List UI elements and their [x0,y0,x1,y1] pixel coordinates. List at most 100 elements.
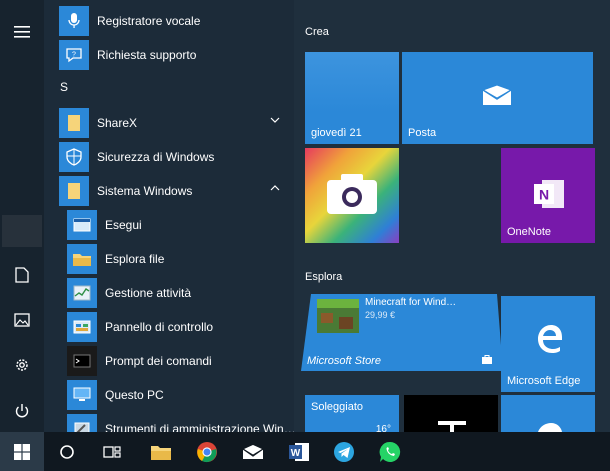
mail-taskbar-button[interactable] [231,432,275,471]
app-label: Strumenti di amministrazione Win… [105,422,294,432]
whatsapp-icon [379,441,401,462]
cortana-icon [60,444,74,459]
cmd-icon [67,346,97,376]
dark-tile-logo-icon [438,421,466,432]
gear-icon [16,359,28,371]
windows-logo-icon [14,443,30,460]
shield-icon [59,142,89,172]
pictures-button[interactable] [0,303,44,337]
taskbar: W [0,432,610,471]
app-label: Esplora file [105,252,165,266]
microphone-icon [59,6,89,36]
start-button[interactable] [0,432,44,471]
settings-button[interactable] [0,348,44,382]
svg-text:W: W [291,448,301,459]
mail-icon [482,84,512,105]
app-label: Sicurezza di Windows [97,150,215,164]
app-strumenti-amministrazione[interactable]: Strumenti di amministrazione Win… [44,412,294,432]
task-view-button[interactable] [90,432,134,471]
support-icon: ? [59,40,89,70]
calendar-tile-label: giovedì 21 [311,127,362,139]
app-esegui[interactable]: Esegui [44,208,294,242]
app-label: Questo PC [105,388,164,402]
edge-icon [538,325,562,353]
task-view-icon [103,445,121,458]
edge-icon [538,423,562,432]
app-label: Sistema Windows [97,184,193,198]
app-registratore-vocale[interactable]: Registratore vocale [44,4,294,38]
chrome-icon [197,441,217,462]
mail-tile[interactable]: Posta [402,52,593,144]
app-sharex[interactable]: ShareX [44,106,294,140]
folder-icon [59,108,89,138]
documents-button[interactable] [0,258,44,292]
chevron-up-icon[interactable] [270,185,280,191]
tiles-area: Crea giovedì 21 Posta N OneNote Esplora [294,0,610,432]
app-pannello-controllo[interactable]: Pannello di controllo [44,310,294,344]
camera-tile[interactable] [305,148,399,243]
svg-text:N: N [539,187,549,203]
task-manager-icon [67,278,97,308]
power-button[interactable] [0,394,44,428]
app-gestione-attivita[interactable]: Gestione attività [44,276,294,310]
minecraft-thumbnail [317,299,359,333]
onenote-tile-label: OneNote [507,226,552,238]
mail-icon [242,443,264,459]
folder-icon [59,176,89,206]
app-list: Registratore vocale ? Richiesta supporto… [44,0,294,432]
dark-tile[interactable] [404,395,498,432]
app-label: Pannello di controllo [105,320,214,334]
weather-condition: Soleggiato [311,401,363,413]
app-label: ShareX [97,116,138,130]
store-game-title: Minecraft for Wind… [365,297,457,308]
store-game-price: 29,99 € [365,310,396,320]
letter-header-s[interactable]: S [60,80,68,94]
edge-tile-2[interactable] [501,395,595,432]
app-richiesta-supporto[interactable]: ? Richiesta supporto [44,38,294,72]
chevron-down-icon[interactable] [270,117,280,123]
app-esplora-file[interactable]: Esplora file [44,242,294,276]
onenote-icon: N [534,180,564,208]
svg-text:?: ? [72,52,76,59]
telegram-taskbar-button[interactable] [322,432,366,471]
app-prompt-comandi[interactable]: Prompt dei comandi [44,344,294,378]
telegram-icon [334,441,354,462]
group-title-crea: Crea [305,26,329,38]
hamburger-menu-button[interactable] [0,15,44,49]
user-avatar[interactable] [2,215,42,247]
store-tile-label: Microsoft Store [307,355,381,367]
pc-icon [67,380,97,410]
run-icon [67,210,97,240]
app-sicurezza-windows[interactable]: Sicurezza di Windows [44,140,294,174]
picture-icon [14,313,30,327]
cortana-search-button[interactable] [45,432,89,471]
edge-tile[interactable]: Microsoft Edge [501,296,595,392]
weather-tile[interactable]: Soleggiato 16° [305,395,399,432]
folder-icon [67,244,97,274]
camera-icon [327,174,377,214]
start-rail [0,0,44,432]
folder-icon [151,445,171,460]
file-explorer-taskbar-button[interactable] [139,432,183,471]
app-label: Richiesta supporto [97,48,197,62]
chrome-taskbar-button[interactable] [185,432,229,471]
word-taskbar-button[interactable]: W [277,432,321,471]
app-sistema-windows[interactable]: Sistema Windows [44,174,294,208]
store-bag-icon [482,355,492,364]
admin-tools-icon [67,414,97,432]
calendar-tile[interactable]: giovedì 21 [305,52,399,144]
word-icon: W [289,442,309,461]
app-label: Registratore vocale [97,14,201,28]
document-icon [15,267,29,283]
calendar-tile-gradient [305,52,399,112]
edge-tile-label: Microsoft Edge [507,375,581,387]
store-tile[interactable]: Minecraft for Wind… 29,99 € Microsoft St… [301,292,503,373]
whatsapp-taskbar-button[interactable] [368,432,412,471]
onenote-tile[interactable]: N OneNote [501,148,595,243]
app-label: Prompt dei comandi [105,354,212,368]
weather-temperature: 16° [375,424,391,432]
hamburger-icon [14,26,30,38]
app-questo-pc[interactable]: Questo PC [44,378,294,412]
app-label: Esegui [105,218,142,232]
group-title-esplora: Esplora [305,271,343,283]
